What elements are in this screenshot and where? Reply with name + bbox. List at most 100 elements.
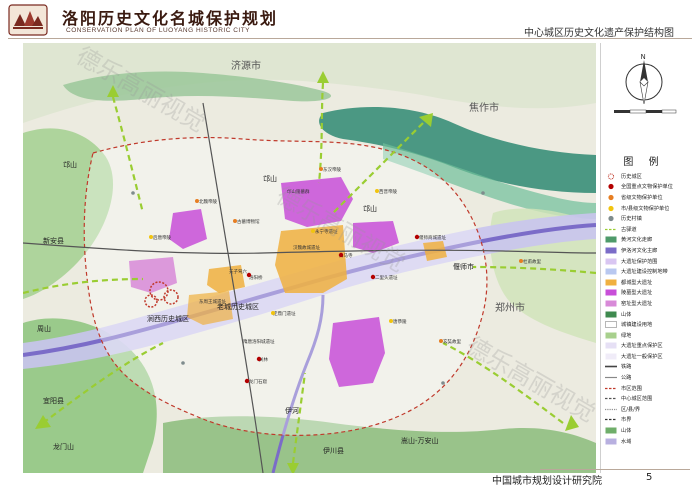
site-label: 龙门石窟 — [249, 378, 267, 385]
site-label: 玄奘故里 — [443, 338, 461, 345]
legend-label: 伊洛河文化主廊 — [621, 247, 658, 254]
legend-swatch-icon — [605, 332, 617, 339]
site-label: 北魏帝陵 — [199, 198, 217, 205]
site-label: 东汉帝陵 — [323, 166, 341, 173]
legend-label: 水域 — [621, 438, 632, 445]
legend-item: 古驿道 — [605, 224, 687, 235]
site-label: 天子驾六 — [229, 268, 247, 275]
legend-item: 全国重点文物保护单位 — [605, 182, 687, 193]
legend-label: 铁路 — [621, 364, 632, 371]
legend-item: 水域 — [605, 436, 687, 447]
legend-label: 陵墓型大遗址 — [621, 290, 653, 297]
legend-label: 黄河文化走廊 — [621, 237, 653, 244]
place-label: 伊川县 — [323, 446, 344, 455]
site-label: 隋唐洛阳城遗址 — [243, 338, 275, 345]
legend-item: 市界 — [605, 415, 687, 426]
legend-swatch-icon — [605, 247, 617, 254]
scale-bar-icon — [614, 109, 677, 114]
legend-label: 市区范围 — [621, 385, 642, 392]
legend-label: 大遗址重点保护区 — [621, 343, 663, 350]
legend-item: 山体 — [605, 425, 687, 436]
site-label: 定鼎门遗址 — [273, 310, 296, 317]
place-label: 涧西历史城区 — [147, 314, 189, 323]
map-svg: 济源市 焦作市 郑州市 老城历史城区 涧西历史城区 邙山 邙山 邙山 新安县 周… — [23, 43, 596, 473]
legend-swatch-icon — [605, 353, 617, 360]
site-label: 西晋帝陵 — [379, 188, 397, 195]
site-label: 杜甫故里 — [523, 258, 541, 265]
site-label: 汉魏故城遗址 — [293, 244, 320, 251]
legend-swatch-icon — [608, 194, 614, 201]
seal-logo-icon — [8, 4, 48, 36]
legend-swatch-icon — [605, 258, 617, 265]
legend-swatch-icon — [608, 216, 614, 222]
legend-label: 历史城区 — [621, 173, 642, 180]
place-label: 周山 — [37, 324, 51, 333]
legend-item: 历史村镇 — [605, 213, 687, 224]
footer-organization: 中国城市规划设计研究院 — [492, 476, 602, 487]
place-label: 宜阳县 — [43, 396, 64, 405]
document-title: 洛阳历史文化名城保护规划 — [62, 9, 279, 28]
site-label: 邙山陵墓群 — [287, 188, 310, 195]
legend-item: 都城型大遗址 — [605, 277, 687, 288]
legend-label: 城镇建设用地 — [621, 322, 653, 329]
legend-swatch-icon — [605, 398, 617, 400]
map-canvas[interactable]: 济源市 焦作市 郑州市 老城历史城区 涧西历史城区 邙山 邙山 邙山 新安县 周… — [23, 43, 596, 473]
legend-label: 历史村镇 — [621, 216, 642, 223]
place-label: 邙山 — [363, 204, 377, 213]
place-label: 龙门山 — [53, 442, 74, 451]
legend-item: 城镇建设用地 — [605, 319, 687, 330]
legend-item: 陵墓型大遗址 — [605, 288, 687, 299]
legend-label: 全国重点文物保护单位 — [621, 184, 673, 191]
legend-label: 市界 — [621, 417, 632, 424]
legend-item: 伊洛河文化主廊 — [605, 245, 687, 256]
document-subtitle: CONSERVATION PLAN OF LUOYANG HISTORIC CI… — [66, 27, 251, 34]
svg-text:N: N — [641, 53, 646, 61]
legend-label: 山体 — [621, 428, 632, 435]
legend-swatch-icon — [605, 321, 617, 328]
place-label: 伊河 — [285, 406, 299, 415]
legend-item: 大遗址一般保护区 — [605, 351, 687, 362]
legend-item: 中心城区范围 — [605, 393, 687, 404]
legend-swatch-icon — [605, 236, 617, 243]
site-label: 唐恭陵 — [393, 318, 407, 325]
site-label: 古墓博物馆 — [237, 218, 260, 225]
legend-swatch-icon — [605, 279, 617, 286]
legend-item: 大遗址建设控制地带 — [605, 266, 687, 277]
legend-swatch-icon — [605, 408, 617, 410]
site-label: 偃师商城遗址 — [419, 234, 446, 241]
legend-swatch-icon — [605, 268, 617, 275]
legend-list: 历史城区 全国重点文物保护单位 省级文物保护单位 市/县级文物保护单位 历史村镇 古驿道黄… — [605, 171, 687, 446]
legend-label: 中心城区范围 — [621, 396, 653, 403]
legend-swatch-icon — [605, 387, 617, 389]
legend-item: 大遗址保护范围 — [605, 256, 687, 267]
place-label: 偃师市 — [453, 262, 474, 271]
legend-label: 市/县级文物保护单位 — [621, 205, 670, 212]
legend-swatch-icon — [607, 173, 615, 180]
map-title: 中心城区历史文化遗产保护结构图 — [524, 28, 674, 39]
legend-label: 大遗址建设控制地带 — [621, 269, 668, 276]
legend-swatch-icon — [605, 311, 617, 318]
page-number: 5 — [646, 472, 653, 483]
legend-item: 市区范围 — [605, 383, 687, 394]
legend-item: 铁路 — [605, 362, 687, 373]
site-label: 永宁寺遗址 — [315, 228, 338, 235]
footer: 中国城市规划设计研究院 5 — [0, 469, 700, 493]
legend-swatch-icon — [605, 419, 617, 421]
site-label: 二里头遗址 — [375, 274, 398, 281]
header: 洛阳历史文化名城保护规划 CONSERVATION PLAN OF LUOYAN… — [0, 0, 700, 40]
legend-label: 大遗址一般保护区 — [621, 353, 663, 360]
legend-item: 公路 — [605, 372, 687, 383]
legend-swatch-icon — [605, 289, 617, 296]
place-label: 嵩山-万安山 — [401, 436, 439, 445]
legend-swatch-icon — [605, 366, 617, 368]
legend-swatch-icon — [605, 376, 617, 379]
legend-label: 山体 — [621, 311, 632, 318]
header-divider — [8, 38, 692, 39]
legend-label: 都城型大遗址 — [621, 279, 653, 286]
han-wei-city-site — [275, 225, 347, 293]
legend-label: 大遗址保护范围 — [621, 258, 658, 265]
legend-item: 市/县级文物保护单位 — [605, 203, 687, 214]
site-label: 后唐帝陵 — [153, 234, 171, 241]
place-label: 郑州市 — [495, 301, 525, 314]
legend-label: 绿地 — [621, 332, 632, 339]
